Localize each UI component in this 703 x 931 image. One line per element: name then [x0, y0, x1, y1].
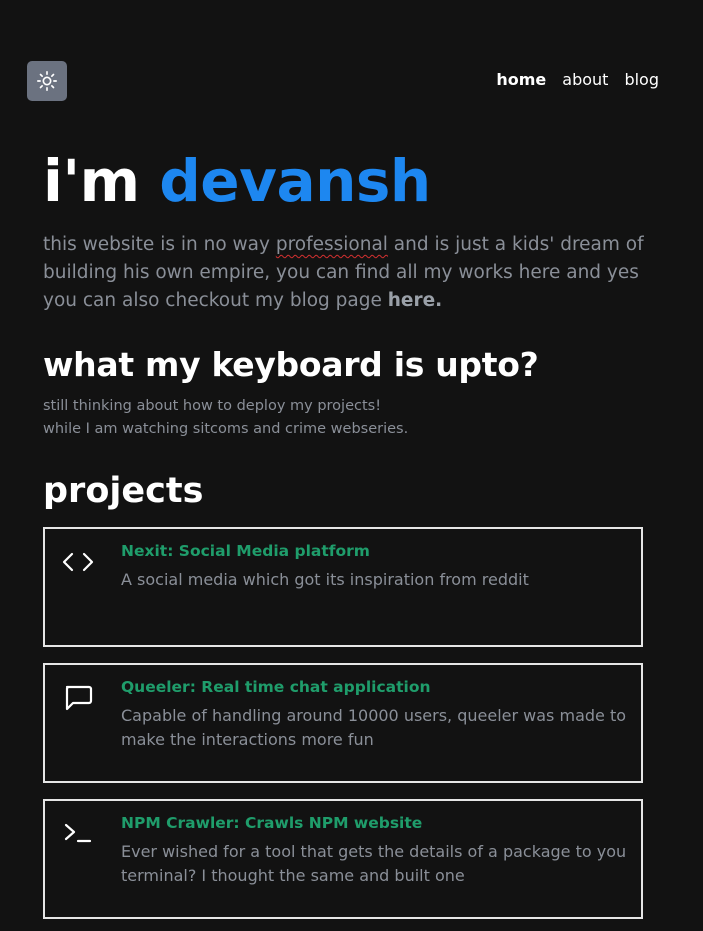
project-description: Capable of handling around 10000 users, …: [121, 706, 627, 749]
project-card-queeler[interactable]: Queeler: Real time chat application Capa…: [43, 663, 643, 783]
blog-here-link[interactable]: here.: [388, 290, 442, 311]
hero-prefix: i'm: [43, 147, 140, 215]
code-icon: [62, 552, 94, 572]
projects-heading: projects: [43, 471, 204, 511]
status-line-2: while I am watching sitcoms and crime we…: [43, 421, 409, 437]
page: home about blog i'm devansh this website…: [0, 0, 703, 931]
nav-about-link[interactable]: about: [562, 70, 608, 89]
terminal-icon: [64, 823, 92, 843]
project-title: Queeler: Real time chat application: [121, 678, 431, 696]
theme-toggle-button[interactable]: [27, 61, 67, 101]
hero-name: devansh: [159, 147, 431, 215]
nav-home-link[interactable]: home: [496, 70, 546, 89]
status-line-1: still thinking about how to deploy my pr…: [43, 398, 382, 414]
project-card-nexit[interactable]: Nexit: Social Media platform A social me…: [43, 527, 643, 647]
project-description: A social media which got its inspiration…: [121, 570, 529, 589]
project-card-npm-crawler[interactable]: NPM Crawler: Crawls NPM website Ever wis…: [43, 799, 643, 919]
intro-underlined-word: professional: [275, 234, 388, 255]
main-nav: home about blog: [496, 70, 659, 89]
nav-blog-link[interactable]: blog: [624, 70, 659, 89]
keyboard-heading: what my keyboard is upto?: [43, 345, 539, 384]
chat-bubble-icon: [65, 685, 93, 711]
project-title: NPM Crawler: Crawls NPM website: [121, 814, 423, 832]
hero-heading: i'm devansh: [43, 141, 431, 221]
project-title: Nexit: Social Media platform: [121, 542, 370, 560]
intro-text-start: this website is in no way: [43, 234, 276, 255]
intro-paragraph: this website is in no way professional a…: [43, 231, 658, 315]
sun-icon: [37, 71, 57, 91]
project-description: Ever wished for a tool that gets the det…: [121, 842, 627, 885]
keyboard-status: still thinking about how to deploy my pr…: [43, 395, 408, 441]
